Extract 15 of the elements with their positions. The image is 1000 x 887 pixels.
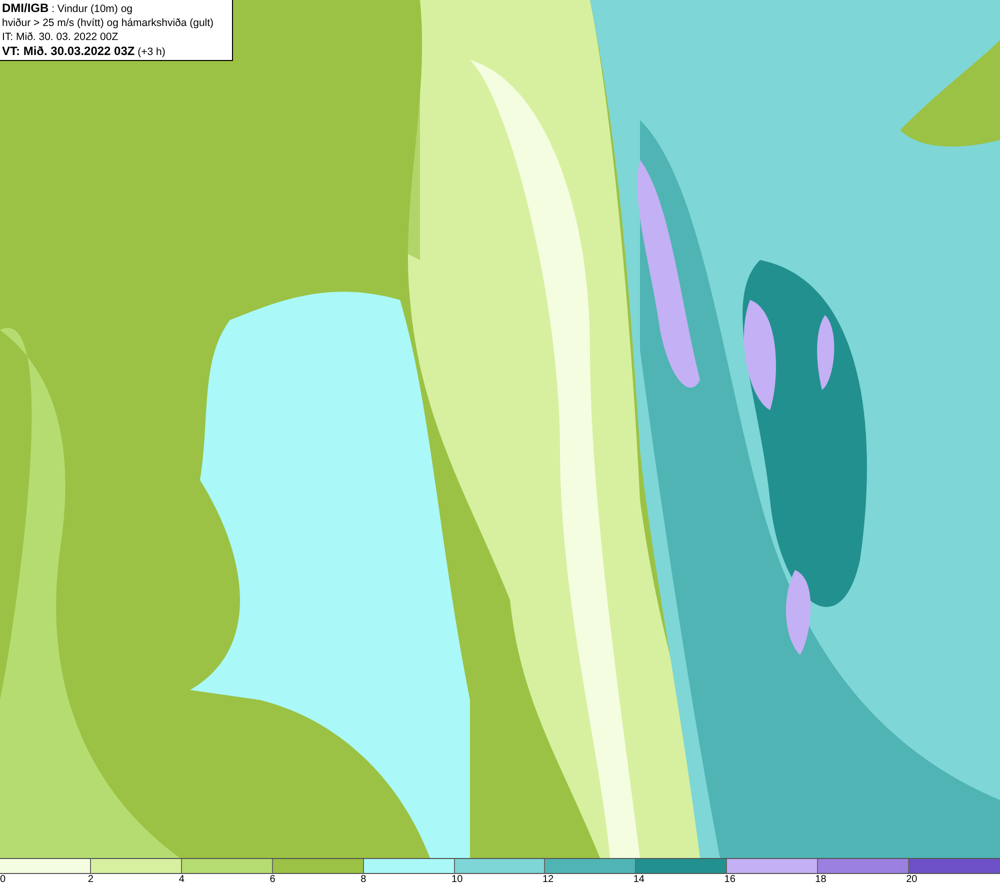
legend-tick-label: 8 [360, 874, 366, 886]
subtitle-text: hviður > 25 m/s (hvítt) og hámarkshviða (gult) [2, 16, 215, 30]
legend-tick-label: 4 [178, 874, 184, 886]
legend-tick-label: 2 [88, 874, 94, 886]
legend-tick-label: 20 [906, 874, 918, 886]
title-text: DMI/IGB : Vindur (10m) og [2, 1, 134, 16]
legend-tick-label: 18 [815, 874, 826, 886]
legend-tick-label: 12 [542, 874, 554, 886]
init-time-text: IT: Mið. 30. 03. 2022 00Z [2, 30, 120, 44]
legend-tick-label: 16 [724, 874, 736, 886]
legend-tick-label: 6 [270, 874, 276, 886]
valid-time-text: VT: Mið. 30.03.2022 03Z (+3 h) [2, 44, 166, 59]
legend-tick-label: 14 [633, 874, 644, 886]
legend-tick-label: 10 [452, 874, 463, 886]
legend-tick-label: 0 [0, 874, 6, 886]
